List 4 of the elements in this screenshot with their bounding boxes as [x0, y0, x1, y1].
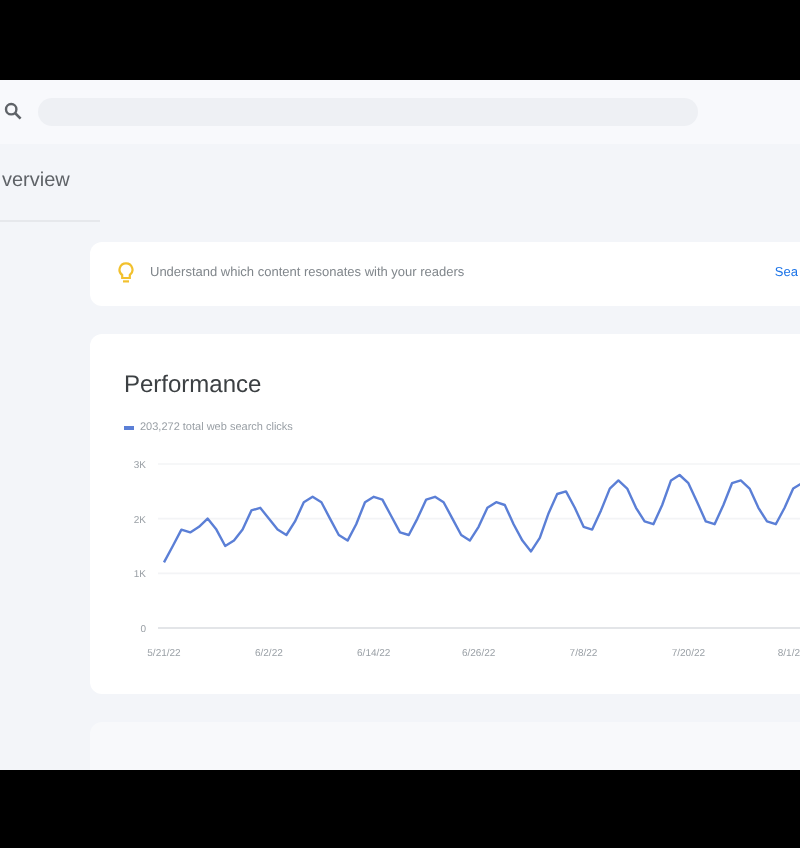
lightbulb-icon — [118, 262, 134, 284]
card-title: Performance — [124, 369, 264, 397]
page-title: verview — [2, 170, 70, 192]
search-icon[interactable] — [4, 102, 22, 120]
